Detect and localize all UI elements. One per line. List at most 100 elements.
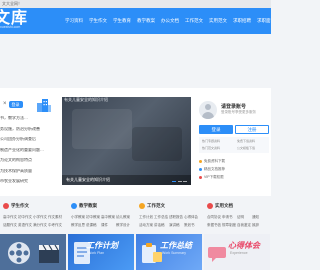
list-item[interactable]: 书，教学方法… [0, 116, 56, 127]
category-link[interactable]: 高中作文 [3, 213, 18, 221]
list-item[interactable]: 市农业发展研究 [0, 179, 56, 190]
close-icon[interactable]: × [3, 101, 7, 107]
avatar-body [202, 112, 214, 119]
promo-item[interactable]: 热门范文资料 [202, 146, 220, 150]
nav-item[interactable]: 求职面试 [254, 8, 271, 34]
image-shape [72, 109, 132, 149]
category-link[interactable]: 工作计划 [139, 213, 154, 221]
building-icon [37, 99, 51, 112]
category-links: 合同协议 申请书 证明 通知 条据书信 规章制度 自我鉴定 致辞 [207, 213, 269, 229]
category-link[interactable]: 条据书信 [207, 221, 222, 229]
featured-image[interactable]: 有关儿童安全的知识介绍 有关儿童安全的知识介绍 [62, 97, 191, 185]
category-link[interactable]: 合同协议 [207, 213, 222, 221]
category-link[interactable]: 教学设计 [116, 221, 131, 229]
page: 文大全网！ 文库 xuexishi.com 学习资料 学生作文 学生教育 教学教… [0, 0, 271, 270]
promo-item[interactable]: 公文模板下载 [237, 146, 255, 150]
avatar-head [205, 104, 211, 110]
nav-item[interactable]: 实用范文 [206, 8, 230, 34]
nav-item[interactable]: 学习资料 [62, 8, 86, 34]
user-link[interactable]: 精品文档推荐 [199, 165, 269, 173]
category-link[interactable]: 讲话稿 [154, 221, 169, 229]
banner-subtitle: Work Summary [162, 251, 187, 255]
category-header[interactable]: 教学教案 [71, 203, 97, 209]
category-link[interactable]: 自我鉴定 [237, 221, 252, 229]
category-header[interactable]: 工作范文 [139, 203, 165, 209]
nav-item[interactable]: 学生作文 [86, 8, 110, 34]
category-icon [3, 203, 9, 209]
list-item[interactable]: 为论文的构思特点 [0, 158, 56, 169]
category-header[interactable]: 实用文档 [207, 203, 233, 209]
promo-box: 热门专题资料 免费下载资料 热门范文资料 公文模板下载 [199, 137, 269, 153]
category-links: 高中作文 初中作文 小学作文 作文素材 话题作文 英语作文 满分作文 中考作文 [3, 213, 65, 229]
category-link[interactable]: 课件 [101, 221, 116, 229]
speech-bubble-icon [208, 247, 226, 262]
nav-item[interactable]: 办公文档 [158, 8, 182, 34]
list-item[interactable]: 务设施，防治分析改善 [0, 127, 56, 138]
category-link[interactable]: 申请书 [222, 213, 237, 221]
category-link[interactable]: 证明 [237, 213, 252, 221]
bullet-icon [199, 167, 202, 171]
carousel-dot[interactable] [177, 180, 182, 182]
banner-title: 工作总结 [160, 241, 192, 250]
nav-item[interactable]: 教学教案 [134, 8, 158, 34]
category-link[interactable]: 作文素材 [48, 213, 63, 221]
banner-experience[interactable]: 心得体会 Experience [204, 234, 270, 270]
category-link[interactable]: 述职报告 [169, 213, 184, 221]
category-student-essays: 学生作文 高中作文 初中作文 小学作文 作文素材 话题作文 英语作文 满分作文 … [0, 200, 66, 232]
category-link[interactable]: 中考作文 [48, 221, 63, 229]
category-link[interactable]: 小学教案 [71, 213, 86, 221]
user-links: 免费资料下载 精品文档推荐 VIP下载权限 [199, 157, 269, 181]
top-strip-text: 文大全网！ [2, 1, 22, 6]
user-panel: 请登录账号 登录账号享受更多服务 登录 注册 热门专题资料 免费下载资料 热门范… [195, 97, 271, 187]
category-link[interactable]: 策划书 [184, 221, 199, 229]
list-item[interactable]: 制造产业化的重要问题… [0, 148, 56, 159]
category-teaching-plans: 教学教案 小学教案 初中教案 高中教案 幼儿教案 教学反思 说课稿 课件 教学设… [68, 200, 134, 232]
banner-row: 工作计划 Work Plan 工作总结 Work Summary 心得体会 Ex… [0, 234, 271, 270]
category-link[interactable]: 初中作文 [18, 213, 33, 221]
list-item[interactable]: 为技术保护高质量 [0, 169, 56, 180]
user-link[interactable]: VIP下载权限 [199, 173, 269, 181]
login-badge[interactable]: 登录 [8, 100, 23, 108]
category-link[interactable]: 心得体会 [184, 213, 199, 221]
category-header[interactable]: 学生作文 [3, 203, 29, 209]
promo-item[interactable]: 免费下载资料 [237, 139, 255, 143]
nav-item[interactable]: 工作范文 [182, 8, 206, 34]
banner-film[interactable] [0, 234, 66, 270]
banner-title: 工作计划 [86, 241, 118, 250]
login-button[interactable]: 登录 [199, 125, 233, 134]
category-icon [71, 203, 77, 209]
category-link[interactable]: 通知 [252, 213, 267, 221]
site-header: 文库 xuexishi.com 学习资料 学生作文 学生教育 教学教案 办公文档… [0, 8, 271, 34]
category-link[interactable]: 说课稿 [86, 221, 101, 229]
category-link[interactable]: 规章制度 [222, 221, 237, 229]
category-link[interactable]: 小学作文 [33, 213, 48, 221]
category-link[interactable]: 话题作文 [3, 221, 18, 229]
promo-item[interactable]: 热门专题资料 [202, 139, 220, 143]
banner-work-plan[interactable]: 工作计划 Work Plan [68, 234, 134, 270]
logo-subtext: xuexishi.com [0, 25, 21, 29]
carousel-dot[interactable] [183, 180, 187, 182]
tag-row: × 登录 [3, 100, 23, 108]
category-link[interactable]: 致辞 [252, 221, 267, 229]
nav-item[interactable]: 学生教育 [110, 8, 134, 34]
category-link[interactable]: 教学反思 [71, 221, 86, 229]
carousel-dot[interactable] [172, 180, 176, 182]
user-link-label: 免费资料下载 [204, 158, 225, 163]
category-link[interactable]: 满分作文 [33, 221, 48, 229]
category-title: 教学教案 [79, 203, 97, 208]
category-link[interactable]: 工作总结 [154, 213, 169, 221]
main-nav: 学习资料 学生作文 学生教育 教学教案 办公文档 工作范文 实用范文 求职招聘 … [62, 8, 271, 34]
banner-work-summary[interactable]: 工作总结 Work Summary [136, 234, 202, 270]
list-item[interactable]: 公司团办分析调查后 [0, 137, 56, 148]
user-link[interactable]: 免费资料下载 [199, 157, 269, 165]
category-link[interactable]: 高中教案 [101, 213, 116, 221]
category-link[interactable]: 英语作文 [18, 221, 33, 229]
nav-item[interactable]: 求职招聘 [230, 8, 254, 34]
category-link[interactable]: 初中教案 [86, 213, 101, 221]
bullet-icon [199, 159, 202, 163]
register-button[interactable]: 注册 [235, 125, 269, 134]
site-logo[interactable]: 文库 xuexishi.com [0, 11, 52, 31]
category-link[interactable]: 幼儿教案 [116, 213, 131, 221]
category-link[interactable]: 演讲稿 [169, 221, 184, 229]
category-link[interactable]: 活动方案 [139, 221, 154, 229]
